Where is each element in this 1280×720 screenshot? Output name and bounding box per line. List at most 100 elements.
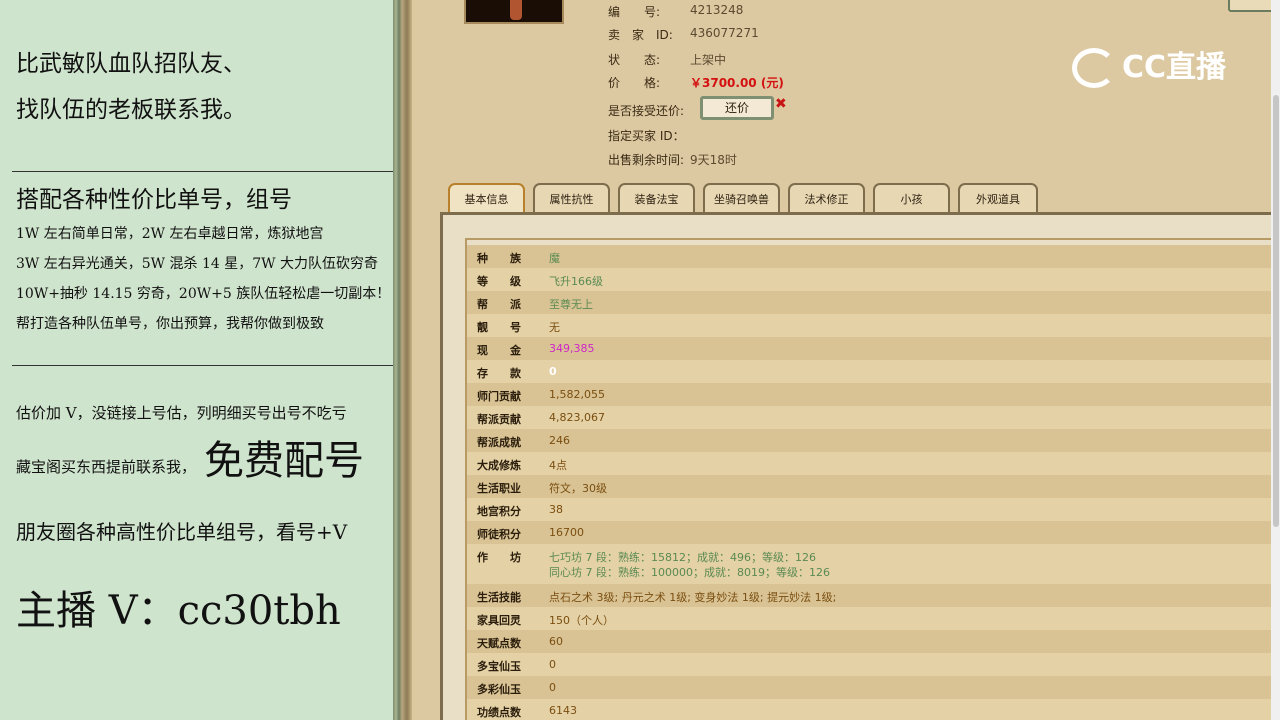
promo-friends: 朋友圈各种高性价比单组号，看号+V — [16, 520, 348, 544]
status-value: 上架中 — [690, 53, 727, 67]
promo-line-1: 比武敏队血队招队友、 — [16, 51, 246, 77]
row-value: 无 — [549, 321, 560, 334]
time-value: 9天18时 — [690, 153, 737, 167]
row-value: 0 — [549, 681, 556, 694]
promo-anchor-contact: 主播 V：cc30tbh — [16, 588, 341, 634]
listing-id-label: 编 号: — [608, 5, 661, 19]
time-row: 出售剩余时间: 9天18时 — [608, 151, 1008, 167]
row-key: 家具回灵 — [477, 614, 521, 627]
table-row: 种 族魔 — [467, 245, 1280, 268]
scrollbar-thumb[interactable] — [1273, 95, 1279, 527]
row-value: 符文，30级 — [549, 482, 607, 495]
promo-detail-2: 3W 左右异光通关，5W 混杀 14 星，7W 大力队伍砍穷奇 — [16, 256, 378, 272]
table-row: 多宝仙玉 0 — [467, 653, 1280, 676]
row-key: 靓 号 — [477, 321, 521, 334]
tab-basic-info[interactable]: 基本信息 — [448, 183, 525, 215]
row-value: 0 — [549, 365, 557, 378]
character-thumbnail[interactable] — [464, 0, 564, 24]
row-key: 生活技能 — [477, 591, 521, 604]
row-value: 七巧坊 7 段：熟练：15812；成就：496；等级：126 — [549, 551, 816, 564]
table-row: 多彩仙玉 0 — [467, 676, 1280, 699]
row-key: 帮 派 — [477, 298, 521, 311]
row-key: 现 金 — [477, 344, 521, 357]
row-value: 4,823,067 — [549, 411, 605, 424]
row-value: 6143 — [549, 704, 577, 717]
status-row: 状 态: 上架中 — [608, 51, 1008, 67]
promo-treasure: 藏宝阁买东西提前联系我， — [16, 458, 197, 476]
row-key: 种 族 — [477, 252, 521, 265]
row-value: 0 — [549, 658, 556, 671]
promo-detail-1: 1W 左右简单日常，2W 左右卓越日常，炼狱地宫 — [16, 226, 324, 242]
table-row: 作 坊 七巧坊 7 段：熟练：15812；成就：496；等级：126 同心坊 7 段… — [467, 544, 1280, 584]
row-key: 等 级 — [477, 275, 521, 288]
row-value: 点石之术 3级; 丹元之术 1级; 变身妙法 1级; 提元妙法 1级; — [549, 591, 837, 604]
table-row: 天赋点数 60 — [467, 630, 1280, 653]
price-value: ￥3700.00 (元) — [690, 76, 784, 90]
table-row: 等 级 飞升166级 — [467, 268, 1280, 291]
close-icon[interactable]: ✖ — [775, 96, 787, 112]
buyer-row: 指定买家 ID： — [608, 127, 1008, 143]
table-row: 帮派贡献 4,823,067 — [467, 406, 1280, 429]
counter-offer-row: 是否接受还价: — [608, 102, 1008, 118]
row-value-line-2: 同心坊 7 段：熟练：100000；成就：8019；等级：126 — [549, 566, 830, 579]
row-value: 飞升166级 — [549, 275, 603, 288]
panel-separator — [393, 0, 412, 720]
promo-detail-4: 帮打造各种队伍单号，你出预算，我帮你做到极致 — [16, 316, 324, 332]
row-value: 4点 — [549, 459, 567, 472]
table-row: 地宫积分 38 — [467, 498, 1280, 521]
row-key: 天赋点数 — [477, 637, 521, 650]
row-key: 多彩仙玉 — [477, 683, 521, 696]
row-value: 38 — [549, 503, 563, 516]
game-window: 编 号: 4213248 卖 家 ID: 436077271 状 态: 上架中 … — [412, 0, 1280, 720]
row-value: 246 — [549, 434, 570, 447]
row-value: 150（个人） — [549, 614, 614, 627]
row-key: 大成修炼 — [477, 459, 521, 472]
listing-id-value: 4213248 — [690, 3, 744, 17]
row-value: 16700 — [549, 526, 584, 539]
promo-free-match: 免费配号 — [204, 438, 364, 484]
counter-offer-button[interactable]: 还价 — [700, 96, 774, 120]
promo-heading: 搭配各种性价比单号，组号 — [16, 187, 292, 213]
row-key: 师徒积分 — [477, 528, 521, 541]
cc-logo-icon — [1072, 48, 1116, 88]
tab-attributes[interactable]: 属性抗性 — [533, 183, 610, 215]
row-key: 功绩点数 — [477, 706, 521, 719]
promo-line-2: 找队伍的老板联系我。 — [16, 97, 246, 123]
table-row: 生活技能 点石之术 3级; 丹元之术 1级; 变身妙法 1级; 提元妙法 1级; — [467, 584, 1280, 607]
price-label: 价 格: — [608, 76, 661, 90]
row-value: 魔 — [549, 252, 560, 265]
row-key: 作 坊 — [477, 551, 521, 564]
cc-live-logo: CC直播 — [1122, 50, 1227, 85]
seller-value: 436077271 — [690, 26, 759, 40]
table-row: 现 金 349,385 — [467, 337, 1280, 360]
counter-offer-label: 是否接受还价: — [608, 104, 685, 118]
table-row: 存 款 0 — [467, 360, 1280, 383]
table-row: 功绩点数 6143 — [467, 699, 1280, 720]
tab-equipment[interactable]: 装备法宝 — [618, 183, 695, 215]
table-row: 靓 号无 — [467, 314, 1280, 337]
table-row: 帮 派 至尊无上 — [467, 291, 1280, 314]
row-key: 多宝仙玉 — [477, 660, 521, 673]
tab-appearance[interactable]: 外观道具 — [958, 183, 1038, 215]
row-key: 师门贡献 — [477, 390, 521, 403]
table-row: 大成修炼 4点 — [467, 452, 1280, 475]
tab-child[interactable]: 小孩 — [873, 183, 950, 215]
table-row: 师门贡献 1,582,055 — [467, 383, 1280, 406]
seller-label: 卖 家 ID: — [608, 28, 673, 42]
row-key: 生活职业 — [477, 482, 521, 495]
status-label: 状 态: — [608, 53, 661, 67]
promo-panel: 比武敏队血队招队友、 找队伍的老板联系我。 搭配各种性价比单号，组号 1W 左右… — [0, 0, 393, 720]
row-key: 地宫积分 — [477, 505, 521, 518]
table-row: 师徒积分 16700 — [467, 521, 1280, 544]
row-value: 60 — [549, 635, 563, 648]
tab-spell-modifiers[interactable]: 法术修正 — [788, 183, 865, 215]
divider — [12, 171, 393, 172]
table-row: 帮派成就 246 — [467, 429, 1280, 452]
tab-mounts-pets[interactable]: 坐骑召唤兽 — [703, 183, 780, 215]
time-label: 出售剩余时间: — [608, 153, 685, 167]
view-button[interactable] — [1228, 0, 1274, 12]
table-row: 家具回灵 150（个人） — [467, 607, 1280, 630]
seller-row: 卖 家 ID: 436077271 — [608, 26, 1008, 42]
row-key: 帮派成就 — [477, 436, 521, 449]
row-value: 1,582,055 — [549, 388, 605, 401]
